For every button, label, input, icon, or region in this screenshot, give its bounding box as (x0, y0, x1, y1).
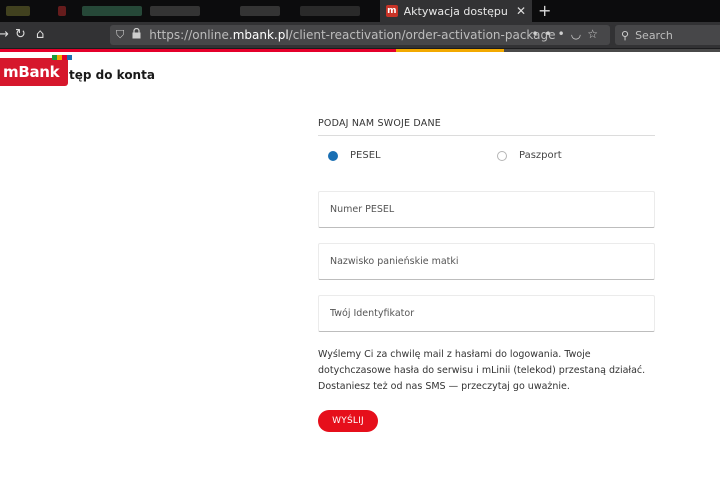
radio-label-pesel: PESEL (350, 150, 381, 161)
radio-dot-unchecked[interactable] (497, 150, 507, 161)
pesel-field (318, 191, 655, 228)
browser-tab-strip: m Aktywacja dostępu do konta ✕ + (0, 0, 720, 22)
info-text: Wyślemy Ci za chwilę mail z hasłami do l… (318, 349, 646, 392)
blurred-tabs (0, 0, 380, 22)
pesel-input[interactable] (319, 192, 654, 227)
tab-title: Aktywacja dostępu do konta (403, 4, 512, 18)
section-heading: PODAJ NAM SWOJE DANE (318, 118, 655, 136)
maiden-name-field (318, 243, 655, 280)
identifier-input[interactable] (319, 296, 654, 331)
active-tab[interactable]: m Aktywacja dostępu do konta ✕ (380, 0, 532, 22)
home-icon[interactable]: ⌂ (36, 26, 44, 44)
search-icon: ⚲ (621, 28, 630, 42)
reload-icon[interactable]: ↻ (15, 26, 26, 44)
brand-accent-strip (0, 49, 720, 52)
star-icon[interactable]: ☆ (587, 27, 604, 41)
url-bar[interactable]: ⛉ https://online.mbank.pl/client-reactiv… (110, 25, 610, 45)
close-icon[interactable]: ✕ (516, 4, 526, 18)
shield-icon[interactable]: ⛉ (116, 28, 124, 42)
document-type-radio-group: PESEL Paszport (318, 136, 655, 176)
back-arrow-icon[interactable]: → (0, 26, 9, 44)
url-text: https://online.mbank.pl/client-reactivat… (149, 28, 556, 42)
maiden-name-input[interactable] (319, 244, 654, 279)
plus-icon[interactable]: + (538, 1, 551, 20)
navigation-toolbar: → ↻ ⌂ ⛉ https://online.mbank.pl/client-r… (0, 22, 720, 49)
search-placeholder: Search (635, 28, 673, 42)
radio-pesel[interactable]: PESEL (328, 150, 381, 161)
submit-button[interactable]: WYŚLIJ (318, 410, 378, 432)
radio-passport[interactable]: Paszport (497, 150, 562, 161)
url-actions: •••◡☆ (532, 27, 604, 41)
pocket-icon[interactable]: ◡ (571, 27, 587, 41)
activation-form: PODAJ NAM SWOJE DANE PESEL Paszport Wyśl… (318, 118, 655, 432)
more-dots-icon[interactable]: ••• (532, 27, 571, 41)
mbank-favicon-icon: m (386, 5, 398, 17)
radio-label-passport: Paszport (519, 150, 562, 161)
page-title: tęp do konta (69, 68, 155, 82)
logo-color-bars (52, 55, 72, 60)
lock-icon[interactable] (132, 27, 141, 42)
logo-text: mBank (3, 63, 60, 81)
mbank-logo[interactable]: mBank (0, 55, 72, 86)
identifier-field (318, 295, 655, 332)
search-bar[interactable]: ⚲ Search (615, 25, 720, 45)
radio-dot-checked[interactable] (328, 150, 338, 161)
